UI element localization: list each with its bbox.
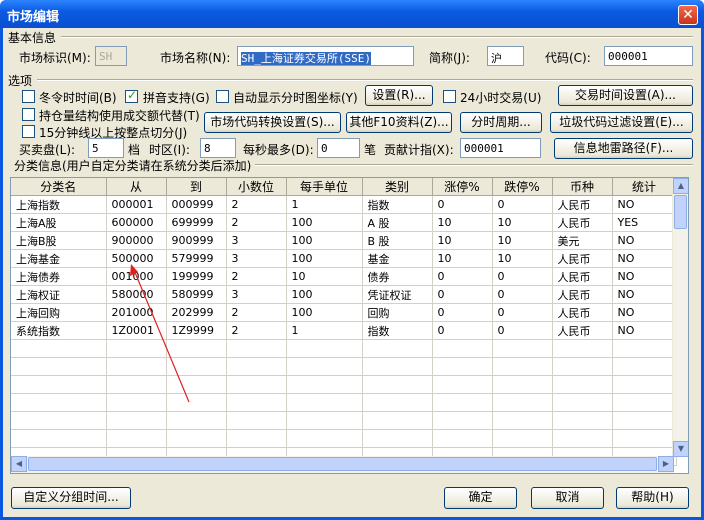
arrow-head — [130, 264, 138, 276]
cancel-button[interactable]: 取消 — [531, 487, 604, 509]
market-edit-dialog: 市场编辑 ✕ 基本信息 市场标识(M): SH 市场名称(N): SH_上海证券… — [0, 0, 704, 520]
annotation-arrow — [130, 264, 190, 403]
ok-button[interactable]: 确定 — [444, 487, 517, 509]
arrow-line — [133, 269, 190, 403]
custom-group-time-button[interactable]: 自定义分组时间... — [11, 487, 131, 509]
help-button[interactable]: 帮助(H) — [616, 487, 689, 509]
